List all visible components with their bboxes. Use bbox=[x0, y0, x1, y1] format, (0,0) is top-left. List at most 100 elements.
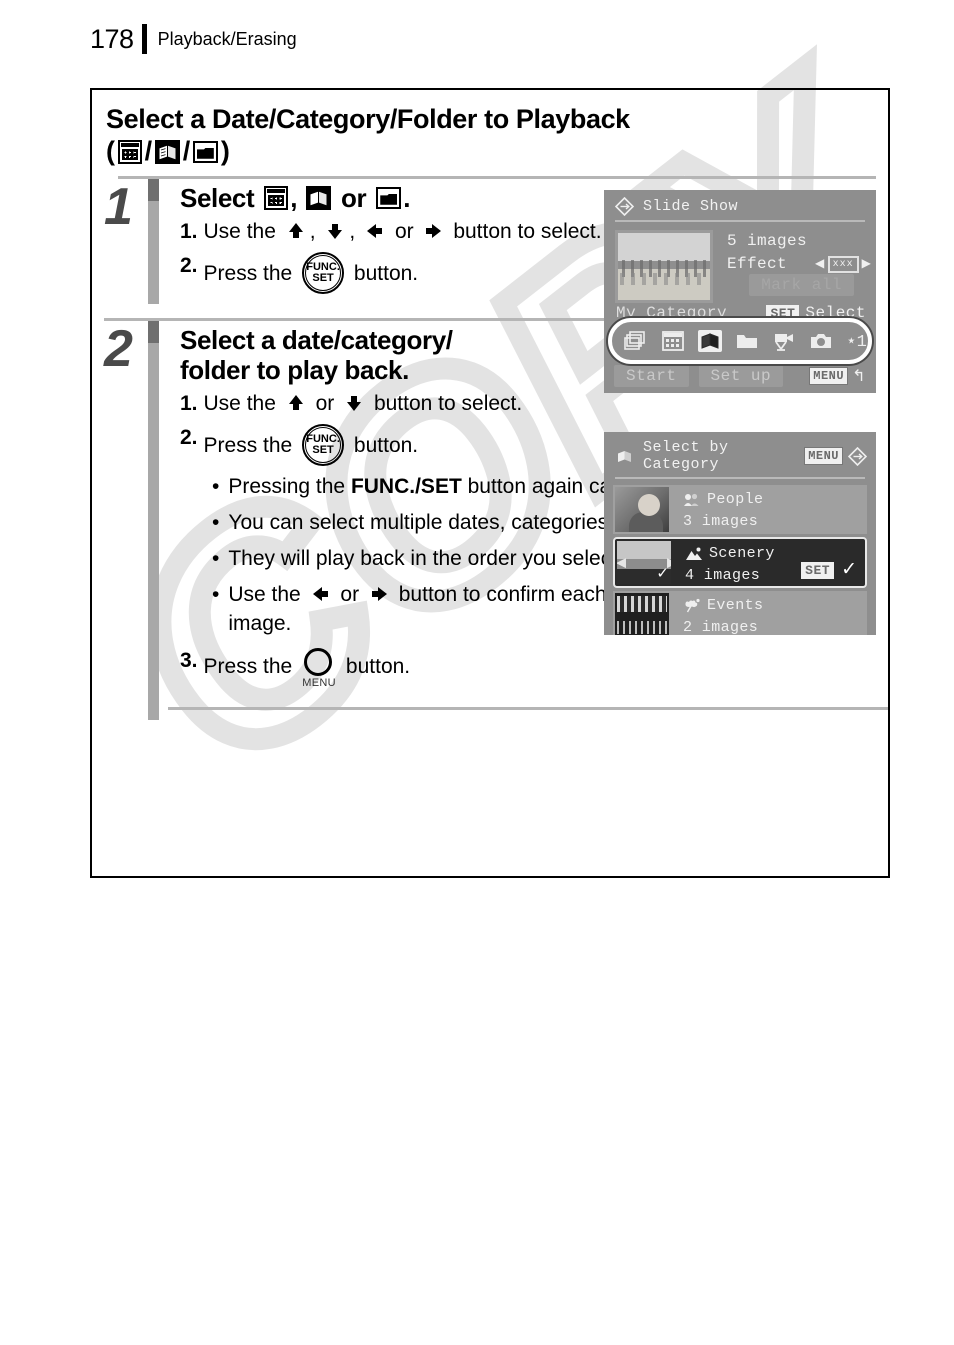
paren-close: ) bbox=[220, 135, 230, 166]
bullet-mid: or bbox=[334, 582, 365, 606]
category-book-icon bbox=[306, 185, 332, 210]
substep-marker: 2. bbox=[180, 253, 198, 277]
menu-badge: MENU bbox=[809, 367, 849, 385]
playback-mode-icon-row[interactable]: ⋆1 bbox=[608, 318, 872, 364]
substep-part: Press the bbox=[203, 655, 293, 679]
substep-part: Use the bbox=[203, 392, 276, 416]
category-thumbnail: ✓ ◀ ▶ bbox=[617, 541, 671, 584]
category-name-row: Events bbox=[683, 595, 867, 617]
substep-marker: 3. bbox=[180, 649, 198, 673]
set-badge: SET bbox=[801, 562, 835, 579]
lcd-screenshot-slide-show: Slide Show 5 images Effect ◀ xxx ▶ Mark … bbox=[604, 190, 876, 393]
category-list: People 3 images ✓ ◀ ▶ S bbox=[604, 479, 876, 635]
header-rule-divider bbox=[141, 24, 147, 54]
lcd-titlebar: Slide Show bbox=[604, 190, 876, 216]
all-images-icon[interactable] bbox=[624, 330, 648, 352]
manual-page: COPY 178 Playback/Erasing Select a Date/… bbox=[0, 0, 954, 1345]
substep-part: Press the bbox=[203, 261, 293, 285]
effect-row[interactable]: Effect ◀ xxx ▶ bbox=[727, 253, 871, 276]
down-arrow-icon bbox=[343, 392, 365, 414]
people-icon bbox=[683, 492, 701, 508]
substep-part: button to select. bbox=[373, 392, 523, 416]
star-one-label[interactable]: ⋆1 bbox=[846, 331, 867, 352]
category-book-icon[interactable] bbox=[698, 330, 722, 352]
substep-marker: 1. bbox=[180, 392, 198, 416]
left-chevron-icon[interactable]: ◀ bbox=[617, 555, 626, 570]
check-icon: ✓ bbox=[841, 559, 857, 581]
folder-icon[interactable] bbox=[735, 330, 759, 352]
step-1-heading-comma: , bbox=[290, 182, 298, 213]
category-book-icon bbox=[154, 139, 180, 164]
step-1-number-column: 1 bbox=[104, 178, 166, 304]
substep-part: button to select. bbox=[453, 219, 602, 243]
menu-button-icon: MENU bbox=[302, 647, 336, 689]
up-arrow-icon bbox=[285, 392, 307, 414]
folder-icon bbox=[376, 186, 402, 209]
substep-part: button. bbox=[353, 434, 419, 458]
substep-part: , bbox=[349, 219, 356, 243]
category-name: People bbox=[707, 491, 764, 508]
calendar-icon[interactable] bbox=[661, 330, 685, 352]
step-1-heading-prefix: Select bbox=[180, 182, 255, 213]
substep-part: Use the bbox=[203, 219, 276, 243]
folder-icon bbox=[192, 140, 218, 163]
menu-badge: MENU bbox=[804, 447, 843, 465]
setup-button[interactable]: Set up bbox=[698, 365, 784, 387]
bullet-dot: • bbox=[212, 546, 220, 570]
movie-icon[interactable] bbox=[772, 330, 796, 352]
category-count: 2 images bbox=[683, 618, 759, 635]
lcd-titlebar: Select by Category MENU bbox=[604, 432, 876, 473]
func-set-button-icon: FUNC. SET bbox=[302, 251, 345, 294]
still-image-icon[interactable] bbox=[809, 330, 833, 352]
effect-value-stepper[interactable]: ◀ xxx ▶ bbox=[815, 255, 872, 273]
left-chevron-icon[interactable]: ◀ bbox=[815, 256, 825, 273]
step-2-number: 2 bbox=[104, 319, 133, 378]
category-info: People 3 images bbox=[669, 485, 867, 534]
category-name: Scenery bbox=[709, 545, 775, 562]
right-chevron-icon[interactable]: ▶ bbox=[862, 256, 872, 273]
step-2-bar bbox=[148, 320, 159, 721]
down-arrow-icon bbox=[324, 220, 346, 242]
bullet-pre: Pressing the bbox=[228, 475, 351, 499]
list-item[interactable]: ✓ ◀ ▶ Scenery 4 images SET ✓ bbox=[613, 537, 867, 588]
substep-text: Press the MENU button. bbox=[204, 647, 876, 689]
paren-open: ( bbox=[106, 135, 115, 166]
category-name: Events bbox=[707, 597, 764, 614]
right-chevron-icon[interactable]: ▶ bbox=[667, 555, 671, 570]
section-title-icons: ( / / ) bbox=[106, 136, 888, 168]
slideshow-diamond-icon bbox=[615, 197, 634, 216]
section-title-line1: Select a Date/Category/Folder to Playbac… bbox=[106, 104, 630, 134]
up-arrow-icon bbox=[285, 220, 307, 242]
substep-part: button. bbox=[345, 655, 411, 679]
list-item[interactable]: Events 2 images bbox=[613, 591, 867, 635]
substep-part: Press the bbox=[203, 434, 293, 458]
section-title: Select a Date/Category/Folder to Playbac… bbox=[92, 90, 888, 179]
slash-2: / bbox=[182, 135, 191, 166]
right-arrow-icon bbox=[422, 220, 444, 242]
effect-value: xxx bbox=[827, 255, 859, 273]
category-thumbnail bbox=[615, 487, 669, 532]
images-count: 5 images bbox=[727, 232, 808, 250]
calendar-icon bbox=[117, 139, 142, 164]
step-1-heading-or: or bbox=[341, 182, 367, 213]
list-item[interactable]: People 3 images bbox=[613, 485, 867, 534]
lcd-bottom-bar: Start Set up MENU ↰ bbox=[604, 365, 876, 387]
calendar-icon bbox=[264, 185, 289, 210]
lcd-title: Slide Show bbox=[643, 198, 739, 215]
mark-all-button[interactable]: Mark all bbox=[749, 274, 854, 296]
page-number: 178 bbox=[90, 23, 134, 54]
substep-marker: 2. bbox=[180, 426, 198, 450]
substep-part: or bbox=[394, 219, 414, 243]
bullet-dot: • bbox=[212, 475, 220, 499]
running-head: Playback/Erasing bbox=[157, 28, 297, 49]
step-1-bar bbox=[148, 178, 159, 304]
left-arrow-icon bbox=[310, 583, 332, 605]
category-book-icon bbox=[615, 447, 634, 466]
start-button[interactable]: Start bbox=[614, 365, 689, 387]
bullet-dot: • bbox=[212, 582, 220, 606]
lcd-screenshot-select-by-category: Select by Category MENU People 3 images … bbox=[604, 432, 876, 635]
bullet-dot: • bbox=[212, 510, 220, 534]
scenery-icon bbox=[685, 546, 703, 562]
bullet-bold: FUNC./SET bbox=[350, 475, 462, 499]
substep-text: Use the or button to select. bbox=[204, 390, 876, 419]
